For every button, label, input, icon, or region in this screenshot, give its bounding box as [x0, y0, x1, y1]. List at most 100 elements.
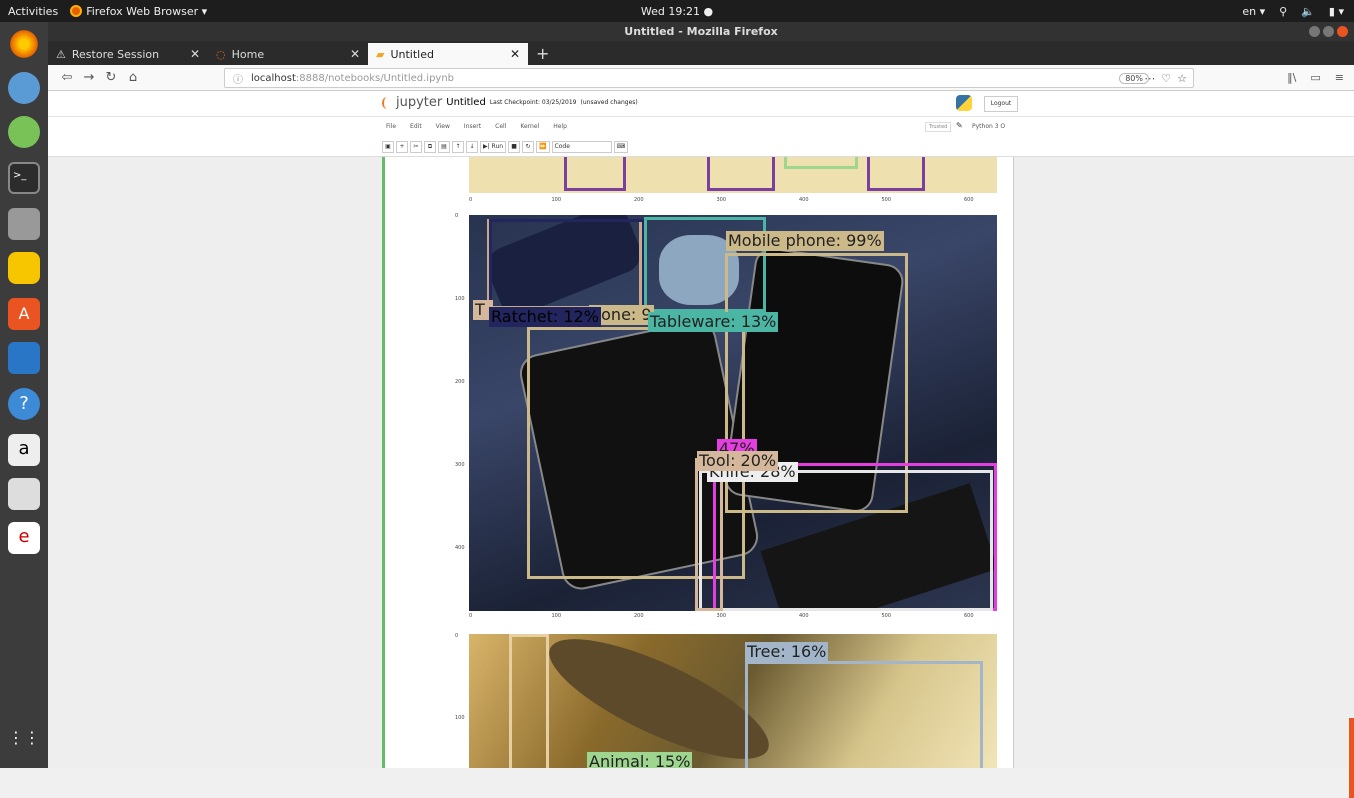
language-indicator[interactable]: en ▾ [1242, 5, 1265, 18]
text-editor-icon[interactable] [8, 478, 40, 510]
tab-home[interactable]: ◌ Home ✕ [208, 43, 368, 65]
notebook-icon: ▰ [376, 47, 385, 61]
android-studio-icon[interactable] [8, 116, 40, 148]
menu-item-edit[interactable]: Edit [410, 123, 422, 130]
sidebar-icon[interactable]: ▭ [1310, 71, 1320, 84]
tab-untitled[interactable]: ▰ Untitled ✕ [368, 43, 528, 65]
label-ratchet: Ratchet: 12% [489, 307, 601, 327]
edit-pencil-icon[interactable]: ✎ [956, 121, 963, 130]
cell-type-select[interactable]: Code [551, 141, 612, 153]
jupyter-icon: ◌ [216, 47, 226, 61]
axis-tick-label: 400 [455, 545, 465, 551]
command-palette-icon[interactable]: ⌨ [613, 141, 629, 153]
back-icon[interactable]: ⇦ [56, 70, 78, 85]
menu-item-insert[interactable]: Insert [464, 123, 481, 130]
detection-box-knife-28 [699, 470, 993, 611]
menu-item-view[interactable]: View [436, 123, 450, 130]
paste-icon[interactable]: ▤ [438, 141, 450, 153]
amazon-icon[interactable]: a [8, 434, 40, 466]
warning-icon: ⚠ [56, 47, 66, 61]
copy-icon[interactable]: ⧉ [424, 141, 436, 153]
battery-icon[interactable]: ▮ ▾ [1329, 5, 1344, 18]
trusted-badge[interactable]: Trusted [925, 122, 952, 132]
scrollbar-thumb[interactable] [1349, 718, 1354, 798]
checkpoint-text: Last Checkpoint: 03/25/2019 [489, 99, 577, 106]
jupyter-logo[interactable]: jupyter Untitled Last Checkpoint: 03/25/… [382, 95, 638, 110]
cut-icon[interactable]: ✂ [410, 141, 422, 153]
output-image-1 [469, 157, 997, 193]
new-tab-button[interactable]: + [536, 43, 549, 65]
app-menu-label: Firefox Web Browser ▾ [86, 4, 208, 18]
logout-button[interactable]: Logout [984, 96, 1018, 112]
reload-icon[interactable]: ↻ [100, 70, 122, 85]
activities-button[interactable]: Activities [8, 5, 58, 18]
files-icon[interactable] [8, 208, 40, 240]
menu-item-kernel[interactable]: Kernel [520, 123, 539, 130]
kernel-indicator: Python 3 O [972, 123, 1006, 130]
save-icon[interactable]: ▣ [382, 141, 394, 153]
home-icon[interactable]: ⌂ [122, 70, 144, 85]
firefox-icon[interactable] [8, 28, 40, 60]
minimize-button[interactable] [1309, 26, 1320, 37]
restart-icon[interactable]: ↻ [522, 141, 535, 153]
restart-run-all-icon[interactable]: ⏩ [536, 141, 550, 153]
axis-tick-label: 400 [799, 613, 809, 619]
url-input[interactable]: ⓘ localhost :8888/notebooks/Untitled.ipy… [224, 68, 1194, 88]
close-tab-icon[interactable]: ✕ [350, 47, 360, 61]
thunderbird-icon[interactable] [8, 72, 40, 104]
axis-tick-label: 400 [799, 197, 809, 203]
menu-icon[interactable]: ≡ [1335, 71, 1344, 84]
terminal-icon[interactable]: >_ [8, 162, 40, 194]
tab-label: Home [231, 47, 265, 61]
stop-icon[interactable]: ■ [508, 141, 521, 153]
more-actions-icon[interactable]: ⋯ [1144, 72, 1155, 85]
menu-item-help[interactable]: Help [553, 123, 567, 130]
insert-cell-icon[interactable]: + [396, 141, 408, 153]
volume-icon[interactable]: 🔈 [1301, 5, 1315, 18]
bookmark-star-icon[interactable]: ☆ [1177, 72, 1187, 85]
libreoffice-writer-icon[interactable] [8, 342, 40, 374]
notebook-name[interactable]: Untitled [446, 97, 486, 108]
url-host: localhost [251, 72, 296, 84]
jupyter-menubar: File Edit View Insert Cell Kernel Help Trusted… [48, 117, 1354, 139]
maximize-button[interactable] [1323, 26, 1334, 37]
window-titlebar: Untitled - Mozilla Firefox [48, 22, 1354, 41]
rhythmbox-icon[interactable] [8, 252, 40, 284]
axis-tick-label: 100 [551, 197, 562, 203]
window-controls [1309, 26, 1348, 37]
run-button[interactable]: ▶| Run [480, 141, 507, 153]
menu-item-file[interactable]: File [386, 123, 396, 130]
tab-restore-session[interactable]: ⚠ Restore Session ✕ [48, 43, 208, 65]
tab-label: Untitled [390, 47, 434, 61]
move-down-icon[interactable]: ↓ [466, 141, 478, 153]
wifi-icon[interactable]: ⚲ [1279, 5, 1287, 18]
jupyter-header: jupyter Untitled Last Checkpoint: 03/25/… [48, 91, 1354, 117]
help-icon[interactable]: ? [8, 388, 40, 420]
app-menu[interactable]: Firefox Web Browser ▾ [70, 5, 207, 18]
firefox-icon [70, 5, 83, 17]
pocket-icon[interactable]: ♡ [1161, 72, 1171, 85]
menu-item-cell[interactable]: Cell [495, 123, 506, 130]
software-center-icon[interactable]: A [8, 298, 40, 330]
library-icon[interactable]: ‖\ [1287, 71, 1296, 84]
forward-icon[interactable]: → [78, 70, 100, 85]
close-window-button[interactable] [1337, 26, 1348, 37]
system-tray[interactable]: en ▾ ⚲ 🔈 ▮ ▾ [1242, 5, 1344, 18]
detection-box [509, 634, 549, 768]
url-path: :8888/notebooks/Untitled.ipynb [295, 72, 455, 84]
close-tab-icon[interactable]: ✕ [510, 47, 520, 61]
label-tree: Tree: 16% [745, 642, 829, 662]
close-tab-icon[interactable]: ✕ [190, 47, 200, 61]
show-applications-icon[interactable]: ⋮⋮ [8, 722, 40, 754]
axis-tick-label: 500 [881, 613, 892, 619]
axis-tick-label: 0 [455, 213, 459, 219]
python-logo-icon [956, 95, 972, 111]
eclipse-icon[interactable]: e [8, 522, 40, 554]
axis-tick-label: 600 [964, 613, 974, 619]
page-content: jupyter Untitled Last Checkpoint: 03/25/… [48, 91, 1354, 798]
label-tableware: Tableware: 13% [648, 312, 779, 332]
move-up-icon[interactable]: ↑ [452, 141, 464, 153]
jupyter-wordmark: jupyter [396, 95, 443, 110]
unsaved-text: (unsaved changes) [580, 99, 638, 106]
info-icon[interactable]: ⓘ [233, 71, 243, 86]
